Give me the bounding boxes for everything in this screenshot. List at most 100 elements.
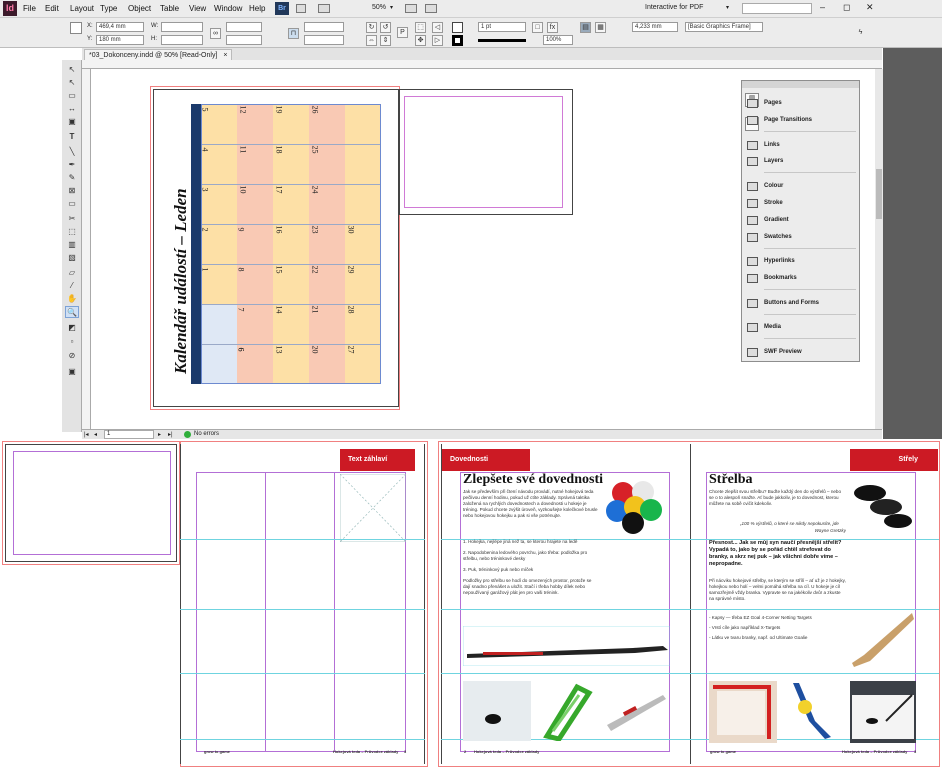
selection-tool-icon[interactable]: ↖ [65,64,79,76]
panel-item-stroke[interactable]: Stroke [747,199,860,208]
gradient-feather-tool-icon[interactable]: ▧ [65,252,79,264]
skills-list-item[interactable]: 2. Napodobenina ledového povrchu, jako t… [463,550,600,562]
calendar-title[interactable]: Kalendář událostí – Leden [171,94,191,374]
scissors-tool-icon[interactable]: ✂ [65,213,79,225]
menu-table[interactable]: Table [160,4,179,13]
panel-item-swf-preview[interactable]: SWF Preview [747,348,860,357]
panel-titlebar[interactable] [742,81,859,88]
free-transform-tool-icon[interactable]: ⬚ [65,226,79,238]
workspace-switcher[interactable]: Interactive for PDF [645,4,703,11]
content-collector-icon[interactable]: ▣ [65,116,79,128]
opacity-field[interactable]: 100% [543,35,573,45]
zoom-level[interactable]: 50% [372,4,386,11]
stroke-weight-field[interactable]: 1 pt [478,22,526,32]
select-container-icon[interactable]: ⬚ [415,22,426,33]
shots-title[interactable]: Střelba [709,472,753,488]
fill-swatch[interactable] [452,22,463,33]
flip-horizontal-icon[interactable]: ⇔ [366,35,377,46]
skills-list-item[interactable]: 3. Puk, tréninkový puk nebo míček [463,567,600,573]
hand-tool-icon[interactable]: ✋ [65,293,79,305]
horizontal-ruler[interactable] [82,60,882,69]
wrap-none-icon[interactable]: ▤ [580,22,591,33]
preflight-status[interactable]: No errors [194,431,219,437]
skills-list-item[interactable]: 1. Hokejka, nejlépe jiná než ta, se kter… [463,539,600,545]
x-position-field[interactable]: 469,4 mm [96,22,144,32]
close-icon[interactable]: ✕ [866,2,874,13]
shots-list-item[interactable]: - Látku ve tvaru branky, např. od Ultima… [709,635,846,641]
next-page-icon[interactable]: ▸ [158,431,161,438]
tab-close-icon[interactable]: × [223,52,227,59]
object-style-select[interactable]: [Basic Graphics Frame] [685,22,763,32]
panel-item-gradient[interactable]: Gradient [747,216,860,225]
pencil-tool-icon[interactable]: ✎ [65,172,79,184]
view-options-icon[interactable] [318,4,330,13]
menu-window[interactable]: Window [214,4,242,13]
quick-apply-icon[interactable]: ϟ [855,28,866,39]
first-page-icon[interactable]: |◂ [84,431,89,438]
flip-vertical-icon[interactable]: ⇕ [380,35,391,46]
rotation-field[interactable] [304,22,344,32]
shots-body[interactable]: Chcete zlepšit svou střelbu? Buďte každý… [709,489,846,519]
pen-tool-icon[interactable]: ✒ [65,159,79,171]
menu-file[interactable]: File [23,4,36,13]
section-label-shots[interactable]: Střely [850,449,938,471]
lock-scale-icon[interactable]: ⊓ [288,28,299,39]
panel-item-colour[interactable]: Colour [747,182,860,191]
eyedropper-tool-icon[interactable]: ⁄ [65,280,79,292]
reference-point-icon[interactable] [70,22,82,34]
gap-tool-icon[interactable]: ↔ [65,103,79,115]
maximize-icon[interactable]: ◻ [843,2,850,13]
panel-item-buttons-forms[interactable]: Buttons and Forms [747,299,860,308]
menu-layout[interactable]: Layout [70,4,94,13]
select-next-icon[interactable]: ▷ [432,35,443,46]
calendar-selection-frame[interactable] [201,104,381,384]
workspace-dropdown-icon[interactable]: ▾ [726,4,729,11]
height-field[interactable] [161,35,203,45]
rectangle-frame-tool-icon[interactable]: ⊠ [65,185,79,197]
skills-body[interactable]: Jak se především při čtení návodu provád… [463,489,600,531]
direct-selection-tool-icon[interactable]: ↖ [65,77,79,89]
drop-shadow-icon[interactable]: □ [532,22,543,33]
previous-page-icon[interactable]: ◂ [94,431,97,438]
minimize-icon[interactable]: – [820,2,825,12]
y-position-field[interactable]: 180 mm [96,35,144,45]
formatting-affects-icon[interactable]: ▫ [65,336,79,348]
menu-object[interactable]: Object [128,4,151,13]
pucks-image[interactable] [850,477,916,537]
stick-blade-image[interactable] [850,609,916,669]
green-net-image[interactable] [537,681,599,742]
document-tab[interactable]: *03_Dokonceny.indd @ 50% [Read-Only] × [84,49,233,60]
scale-x-field[interactable] [226,22,262,32]
effects-icon[interactable]: fx [547,22,558,33]
vertical-scrollbar[interactable] [875,69,883,429]
zoom-tool-icon[interactable]: 🔍 [65,306,79,318]
shots-quote[interactable]: „100 % výstřelů, o které se nikdy nepoku… [740,521,846,527]
hockey-stick-image[interactable] [462,625,671,667]
zoom-dropdown-icon[interactable]: ▾ [390,4,393,11]
panel-item-pages[interactable]: Pages [747,99,860,108]
menu-type[interactable]: Type [100,4,117,13]
panel-item-page-transitions[interactable]: Page Transitions [747,116,860,125]
puck-image[interactable] [463,681,531,741]
page-tool-icon[interactable]: ▭ [65,90,79,102]
line-tool-icon[interactable]: ╲ [65,146,79,158]
panel-item-bookmarks[interactable]: Bookmarks [747,274,860,283]
panel-item-swatches[interactable]: Swatches [747,233,860,242]
skills-body-2[interactable]: Podložky pro střelbu se hodí do omezenýc… [463,578,600,608]
menu-help[interactable]: Help [249,4,265,13]
vertical-ruler[interactable] [82,69,91,429]
header-label[interactable]: Text záhlaví [340,449,415,471]
panel-item-hyperlinks[interactable]: Hyperlinks [747,257,860,266]
rectangle-tool-icon[interactable]: ▭ [65,198,79,210]
page-number-field[interactable]: 1 [104,430,154,439]
panel-item-layers[interactable]: Layers [747,157,860,166]
width-field[interactable] [161,22,203,32]
select-content-icon[interactable]: ✥ [415,35,426,46]
shots-body-2[interactable]: Při nácviku hokejové střelby, se kterým … [709,578,846,614]
mini-bridge-icon[interactable] [296,4,306,13]
arrange-documents-icon[interactable] [425,4,437,13]
shear-field[interactable] [304,35,344,45]
panel-item-media[interactable]: Media [747,323,860,332]
screen-mode-tool-icon[interactable]: ▣ [65,366,79,378]
ice-shot-image[interactable] [850,681,916,743]
